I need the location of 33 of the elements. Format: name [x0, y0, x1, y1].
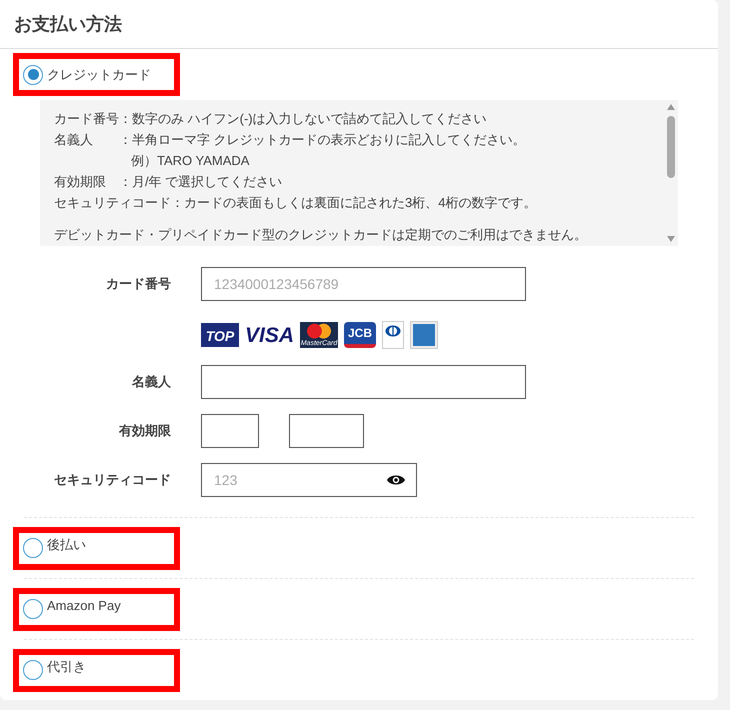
note-text: カード番号：数字のみ ハイフン(-)は入力しないで詰めて記入してください: [54, 110, 488, 128]
diners-card-icon: [382, 321, 404, 349]
security-code-field[interactable]: 123: [201, 463, 417, 497]
field-label: 有効期限: [118, 422, 171, 440]
card-brand-logo: JCB: [344, 322, 376, 348]
holder-name-field[interactable]: [201, 365, 526, 399]
scrollbar-thumb[interactable]: [667, 116, 675, 178]
scroll-down-icon[interactable]: [667, 236, 675, 242]
amex-card-icon: [410, 321, 438, 349]
option-label[interactable]: Amazon Pay: [47, 596, 121, 616]
radio-button[interactable]: [23, 660, 43, 680]
option-label[interactable]: 後払い: [47, 535, 86, 555]
option-label[interactable]: 代引き: [47, 657, 86, 677]
field-label: セキュリティコード: [53, 471, 171, 490]
field-label: カード番号: [105, 275, 171, 294]
note-text: セキュリティコード：カードの表面もしくは裏面に記された3桁、4桁の数字です。: [54, 194, 538, 212]
eye-icon[interactable]: [387, 474, 405, 486]
section-title: お支払い方法: [14, 12, 122, 36]
radio-button[interactable]: [23, 64, 43, 85]
expiry-month-field[interactable]: [201, 414, 259, 448]
option-label[interactable]: クレジットカード: [47, 64, 151, 84]
radio-button[interactable]: [23, 538, 43, 558]
note-text: 名義人 ：半角ローマ字 クレジットカードの表示どおりに記入してください。: [54, 131, 527, 150]
expiry-year-field[interactable]: [289, 414, 364, 448]
card-brand-logo: VISA: [245, 324, 294, 346]
field-label: 名義人: [130, 373, 171, 392]
note-text: 例）TARO YAMADA: [130, 152, 250, 170]
radio-button[interactable]: [23, 599, 43, 619]
note-text: 有効期限 ：月/年 で選択してください: [54, 173, 284, 192]
note-text: デビットカード・プリペイドカード型のクレジットカードは定期でのご利用はできません。: [54, 226, 588, 244]
card-number-field[interactable]: 1234000123456789: [201, 267, 526, 301]
scroll-up-icon[interactable]: [667, 104, 675, 110]
card-brand-logo: TOP: [201, 323, 239, 347]
